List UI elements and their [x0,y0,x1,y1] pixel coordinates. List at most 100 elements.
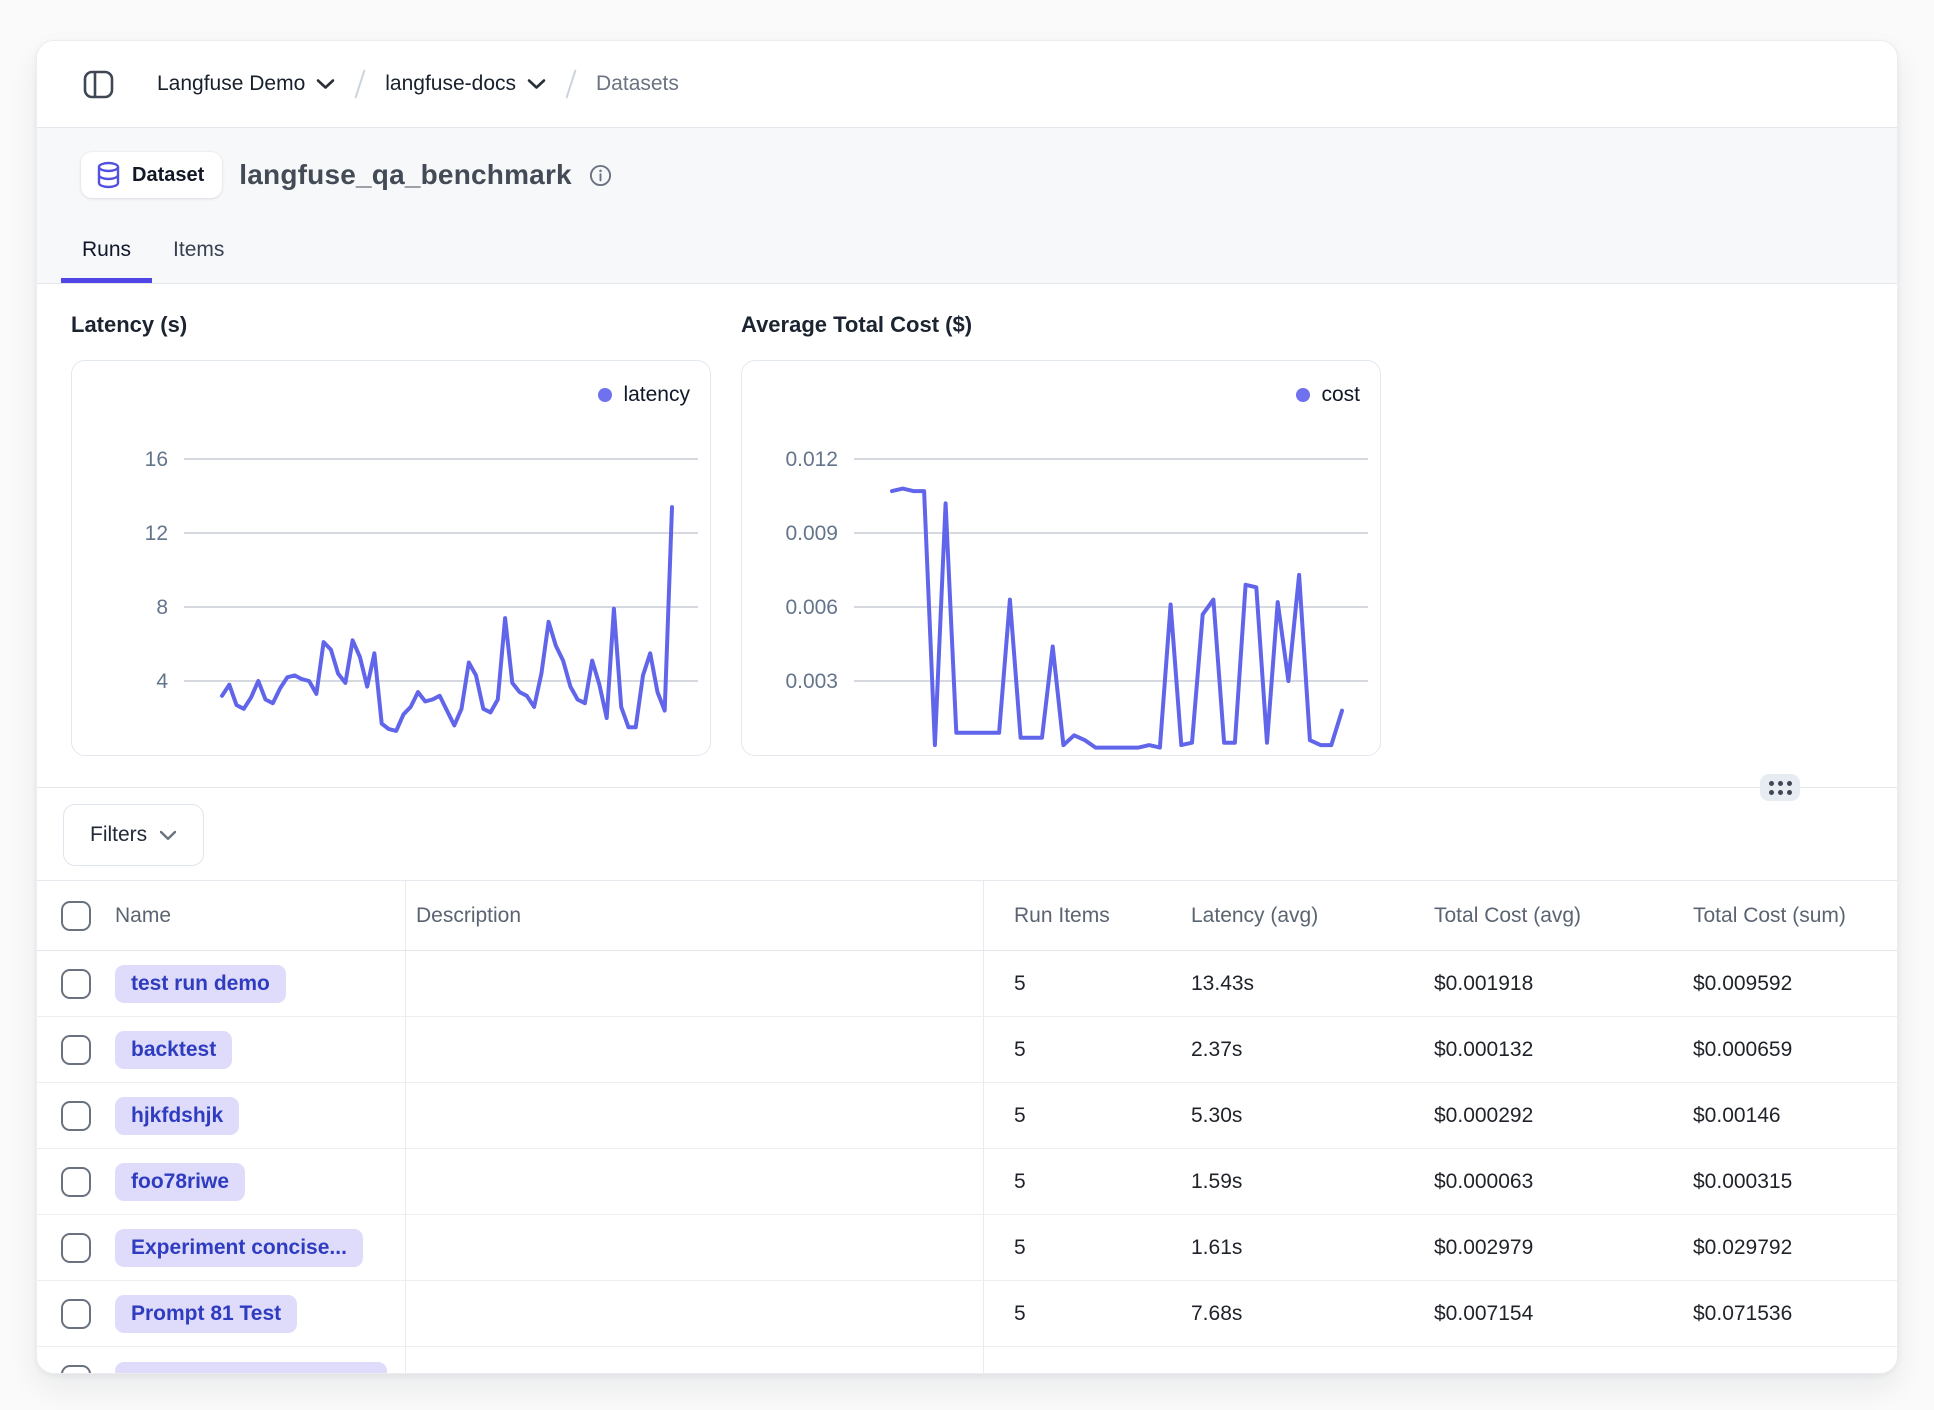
run-name-badge[interactable]: backtest [115,1031,232,1069]
latency-avg-cell: 5.30s [1181,1083,1424,1148]
row-checkbox[interactable] [61,1233,91,1263]
select-all-checkbox[interactable] [61,901,91,931]
column-header-latency-avg: Latency (avg) [1181,881,1424,950]
run-items-cell: 5 [984,1149,1181,1214]
total-cost-avg-cell [1424,1347,1683,1374]
run-name-badge[interactable] [115,1362,387,1374]
latency-legend: latency [598,383,690,407]
description-cell [406,1083,984,1148]
column-header-description: Description [406,881,984,950]
chevron-down-icon [316,78,335,90]
cost-chart-title: Average Total Cost ($) [741,312,1381,338]
run-items-cell [984,1347,1181,1374]
y-tick-label: 0.006 [785,596,838,619]
row-checkbox[interactable] [61,969,91,999]
y-tick-label: 16 [145,448,168,471]
run-name-badge[interactable]: hjkfdshjk [115,1097,239,1135]
latency-avg-cell: 1.59s [1181,1149,1424,1214]
total-cost-sum-cell: $0.000315 [1683,1149,1897,1214]
filters-section: Filters [37,788,1897,880]
sidebar-toggle-button[interactable] [81,67,115,101]
chart-canvas: 16 12 8 4 [72,361,712,757]
table-row: Experiment concise... 5 1.61s $0.002979 … [37,1215,1897,1281]
run-items-cell: 5 [984,1017,1181,1082]
description-cell [406,1215,984,1280]
description-cell [406,951,984,1016]
description-cell [406,1281,984,1346]
info-icon[interactable] [589,164,612,187]
run-items-cell: 5 [984,1083,1181,1148]
run-name-badge[interactable]: test run demo [115,965,286,1003]
y-tick-label: 0.009 [785,522,838,545]
filters-button[interactable]: Filters [63,804,204,866]
column-header-run-items: Run Items [984,881,1181,950]
total-cost-sum-cell [1683,1347,1897,1374]
row-checkbox[interactable] [61,1101,91,1131]
series-line [892,489,1342,748]
table-row [37,1347,1897,1374]
latency-avg-cell: 1.61s [1181,1215,1424,1280]
table-row: test run demo 5 13.43s $0.001918 $0.0095… [37,951,1897,1017]
total-cost-sum-cell: $0.071536 [1683,1281,1897,1346]
legend-label: cost [1321,383,1360,407]
tab-items[interactable]: Items [152,238,245,283]
total-cost-avg-cell: $0.000063 [1424,1149,1683,1214]
database-icon [95,161,122,189]
breadcrumb-separator [355,69,366,98]
page-title: langfuse_qa_benchmark [239,159,572,191]
top-bar: Langfuse Demo langfuse-docs Datasets [37,41,1897,128]
run-items-cell: 5 [984,1215,1181,1280]
breadcrumb-current-page: Datasets [596,72,679,96]
main-window: Langfuse Demo langfuse-docs Datasets [36,40,1898,1374]
total-cost-sum-cell: $0.009592 [1683,951,1897,1016]
latency-line-chart: latency 16 12 8 4 [71,360,711,756]
breadcrumb-subproject-button[interactable]: langfuse-docs [385,72,546,96]
dataset-type-label: Dataset [132,164,204,187]
y-tick-label: 0.012 [785,448,838,471]
column-header-total-cost-avg: Total Cost (avg) [1424,881,1683,950]
chevron-down-icon [527,78,546,90]
cost-chart-block: Average Total Cost ($) cost 0.012 0.009 0.… [741,306,1381,756]
latency-avg-cell: 2.37s [1181,1017,1424,1082]
breadcrumb-project-button[interactable]: Langfuse Demo [157,72,335,96]
tab-bar: Runs Items [61,238,245,283]
row-checkbox[interactable] [61,1299,91,1329]
dataset-type-badge: Dataset [81,152,222,198]
latency-avg-cell: 7.68s [1181,1281,1424,1346]
breadcrumb-project-label: Langfuse Demo [157,72,305,96]
chart-canvas: 0.0120.0090.0060.003 [742,361,1382,757]
resize-drag-handle[interactable] [1760,774,1800,801]
total-cost-sum-cell: $0.00146 [1683,1083,1897,1148]
table-header-row: Name Description Run Items Latency (avg)… [37,881,1897,951]
row-checkbox[interactable] [61,1167,91,1197]
total-cost-sum-cell: $0.000659 [1683,1017,1897,1082]
run-name-badge[interactable]: Prompt 81 Test [115,1295,297,1333]
latency-chart-title: Latency (s) [71,312,711,338]
run-name-badge[interactable]: foo78riwe [115,1163,245,1201]
legend-dot-icon [1296,388,1310,402]
description-cell [406,1347,984,1374]
description-cell [406,1149,984,1214]
table-row: hjkfdshjk 5 5.30s $0.000292 $0.00146 [37,1083,1897,1149]
latency-chart-block: Latency (s) latency 16 12 8 4 [71,306,711,756]
dataset-header: Dataset langfuse_qa_benchmark Runs Items [37,128,1897,284]
charts-section: Latency (s) latency 16 12 8 4 Average Total… [37,284,1897,788]
y-tick-label: 12 [145,522,168,545]
column-header-name: Name [115,881,406,950]
run-name-badge[interactable]: Experiment concise... [115,1229,363,1267]
y-tick-label: 4 [156,670,168,693]
filters-button-label: Filters [90,823,147,847]
latency-avg-cell [1181,1347,1424,1374]
total-cost-avg-cell: $0.002979 [1424,1215,1683,1280]
tab-runs[interactable]: Runs [61,238,152,283]
row-checkbox[interactable] [61,1365,91,1374]
table-row: foo78riwe 5 1.59s $0.000063 $0.000315 [37,1149,1897,1215]
total-cost-avg-cell: $0.000292 [1424,1083,1683,1148]
y-tick-label: 8 [156,596,168,619]
row-checkbox[interactable] [61,1035,91,1065]
description-cell [406,1017,984,1082]
chevron-down-icon [159,830,177,841]
table-row: backtest 5 2.37s $0.000132 $0.000659 [37,1017,1897,1083]
latency-avg-cell: 13.43s [1181,951,1424,1016]
total-cost-avg-cell: $0.001918 [1424,951,1683,1016]
